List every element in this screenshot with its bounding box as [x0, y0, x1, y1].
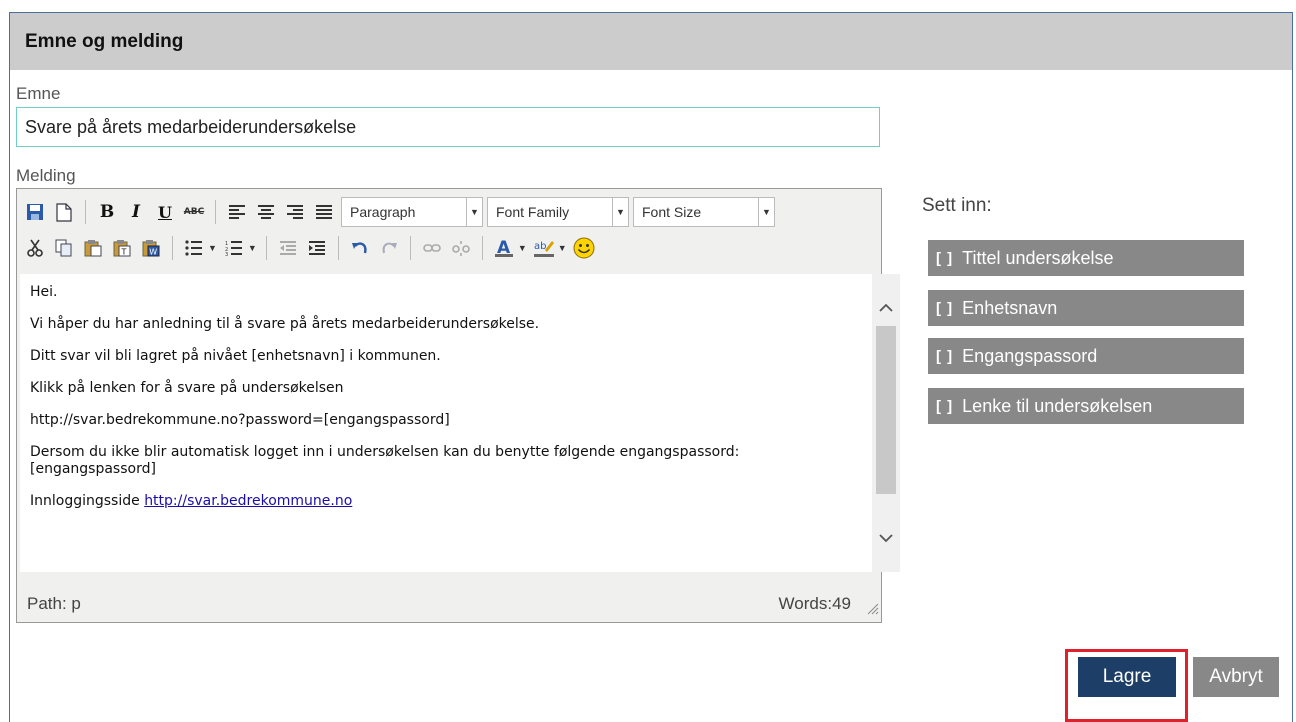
link-icon[interactable]	[420, 235, 444, 261]
new-document-icon[interactable]	[52, 199, 76, 225]
placeholder-bracket-icon: [ ]	[936, 347, 954, 365]
rich-text-editor: B I U ABC Paragraph ▼ Font Family ▼ Font…	[16, 188, 900, 623]
message-paragraph: Innloggingsside http://svar.bedrekommune…	[30, 493, 862, 510]
toolbar-separator	[265, 236, 267, 260]
bullet-list-icon[interactable]	[182, 235, 206, 261]
chevron-down-icon[interactable]: ▼	[208, 243, 217, 253]
placeholder-bracket-icon: [ ]	[936, 397, 954, 415]
editor-statusbar: Path: p Words:49	[17, 585, 883, 623]
subject-input[interactable]	[16, 107, 880, 147]
editor-content[interactable]: Hei. Vi håper du har anledning til å sva…	[20, 274, 872, 572]
insert-survey-title-button[interactable]: [ ] Tittel undersøkelse	[928, 240, 1244, 276]
insert-button-label: Engangspassord	[962, 345, 1098, 366]
outdent-icon[interactable]	[276, 235, 300, 261]
paste-word-icon[interactable]: W	[139, 235, 163, 261]
save-icon[interactable]	[23, 199, 47, 225]
cancel-button[interactable]: Avbryt	[1193, 657, 1279, 697]
toolbar-separator	[85, 200, 86, 224]
dialog-header: Emne og melding	[10, 13, 1292, 70]
word-count: Words:49	[778, 594, 851, 613]
chevron-down-icon[interactable]: ▼	[558, 243, 567, 253]
message-paragraph: Dersom du ikke blir automatisk logget in…	[30, 444, 740, 477]
unlink-icon[interactable]	[449, 235, 473, 261]
login-prefix: Innloggingsside	[30, 493, 145, 509]
format-select[interactable]: Paragraph ▼	[341, 197, 483, 227]
font-size-select[interactable]: Font Size ▼	[633, 197, 775, 227]
bold-button[interactable]: B	[95, 199, 119, 225]
numbered-list-icon[interactable]: 123	[222, 235, 246, 261]
italic-button[interactable]: I	[124, 199, 148, 225]
message-paragraph: Ditt svar vil bli lagret på nivået [enhe…	[30, 348, 441, 364]
insert-button-label: Tittel undersøkelse	[962, 247, 1114, 268]
insert-label: Sett inn:	[922, 195, 992, 216]
chevron-down-icon[interactable]: ▼	[518, 243, 527, 253]
toolbar-separator	[481, 236, 483, 260]
insert-survey-link-button[interactable]: [ ] Lenke til undersøkelsen	[928, 388, 1244, 424]
dialog-title: Emne og melding	[25, 30, 184, 52]
chevron-down-icon[interactable]: ▼	[248, 243, 257, 253]
login-link[interactable]: http://svar.bedrekommune.no	[144, 493, 352, 509]
resize-handle-icon[interactable]	[865, 601, 879, 620]
highlight-color-icon[interactable]: ab	[532, 235, 556, 261]
indent-icon[interactable]	[305, 235, 329, 261]
align-justify-icon[interactable]	[312, 199, 336, 225]
font-family-select[interactable]: Font Family ▼	[487, 197, 629, 227]
svg-text:T: T	[121, 248, 127, 257]
underline-button[interactable]: U	[153, 199, 177, 225]
editor-scrollbar[interactable]	[872, 274, 900, 572]
scroll-down-icon[interactable]	[872, 526, 900, 550]
editor-toolbar-row-1: B I U ABC Paragraph ▼ Font Family ▼ Font…	[23, 194, 779, 230]
chevron-down-icon: ▼	[758, 198, 774, 226]
placeholder-bracket-icon: [ ]	[936, 249, 954, 267]
toolbar-separator	[172, 236, 173, 260]
strikethrough-button[interactable]: ABC	[182, 199, 206, 225]
insert-one-time-password-button[interactable]: [ ] Engangspassord	[928, 338, 1244, 374]
font-size-select-value: Font Size	[642, 204, 702, 220]
placeholder-bracket-icon: [ ]	[936, 299, 954, 317]
undo-icon[interactable]	[348, 235, 372, 261]
chevron-down-icon: ▼	[466, 198, 482, 226]
emoticon-icon[interactable]	[572, 235, 596, 261]
insert-button-label: Enhetsnavn	[962, 297, 1058, 318]
toolbar-separator	[337, 236, 339, 260]
svg-text:3: 3	[225, 252, 228, 256]
scrollbar-thumb[interactable]	[876, 326, 896, 494]
paste-text-icon[interactable]: T	[110, 235, 134, 261]
scroll-up-icon[interactable]	[872, 296, 900, 320]
editor-toolbar-row-2: T W ▼ 123 ▼ A ▼ ab ▼	[23, 230, 601, 266]
subject-label: Emne	[16, 84, 61, 103]
align-left-icon[interactable]	[225, 199, 249, 225]
copy-icon[interactable]	[52, 235, 76, 261]
chevron-down-icon: ▼	[612, 198, 628, 226]
message-paragraph: Vi håper du har anledning til å svare på…	[30, 316, 540, 332]
message-paragraph: http://svar.bedrekommune.no?password=[en…	[30, 412, 450, 428]
message-paragraph: Hei.	[30, 284, 58, 300]
font-color-icon[interactable]: A	[492, 235, 516, 261]
align-right-icon[interactable]	[283, 199, 307, 225]
redo-icon[interactable]	[377, 235, 401, 261]
highlight-letters: ab	[534, 241, 546, 252]
toolbar-separator	[409, 236, 411, 260]
align-center-icon[interactable]	[254, 199, 278, 225]
format-select-value: Paragraph	[350, 204, 416, 220]
font-family-select-value: Font Family	[496, 204, 570, 220]
message-label: Melding	[16, 166, 76, 185]
svg-text:W: W	[149, 248, 157, 257]
paste-icon[interactable]	[81, 235, 105, 261]
cut-icon[interactable]	[23, 235, 47, 261]
insert-unit-name-button[interactable]: [ ] Enhetsnavn	[928, 290, 1244, 326]
insert-button-label: Lenke til undersøkelsen	[962, 395, 1153, 416]
toolbar-separator	[215, 200, 216, 224]
element-path: Path: p	[27, 594, 81, 613]
save-button[interactable]: Lagre	[1078, 657, 1176, 697]
message-paragraph: Klikk på lenken for å svare på undersøke…	[30, 380, 344, 396]
